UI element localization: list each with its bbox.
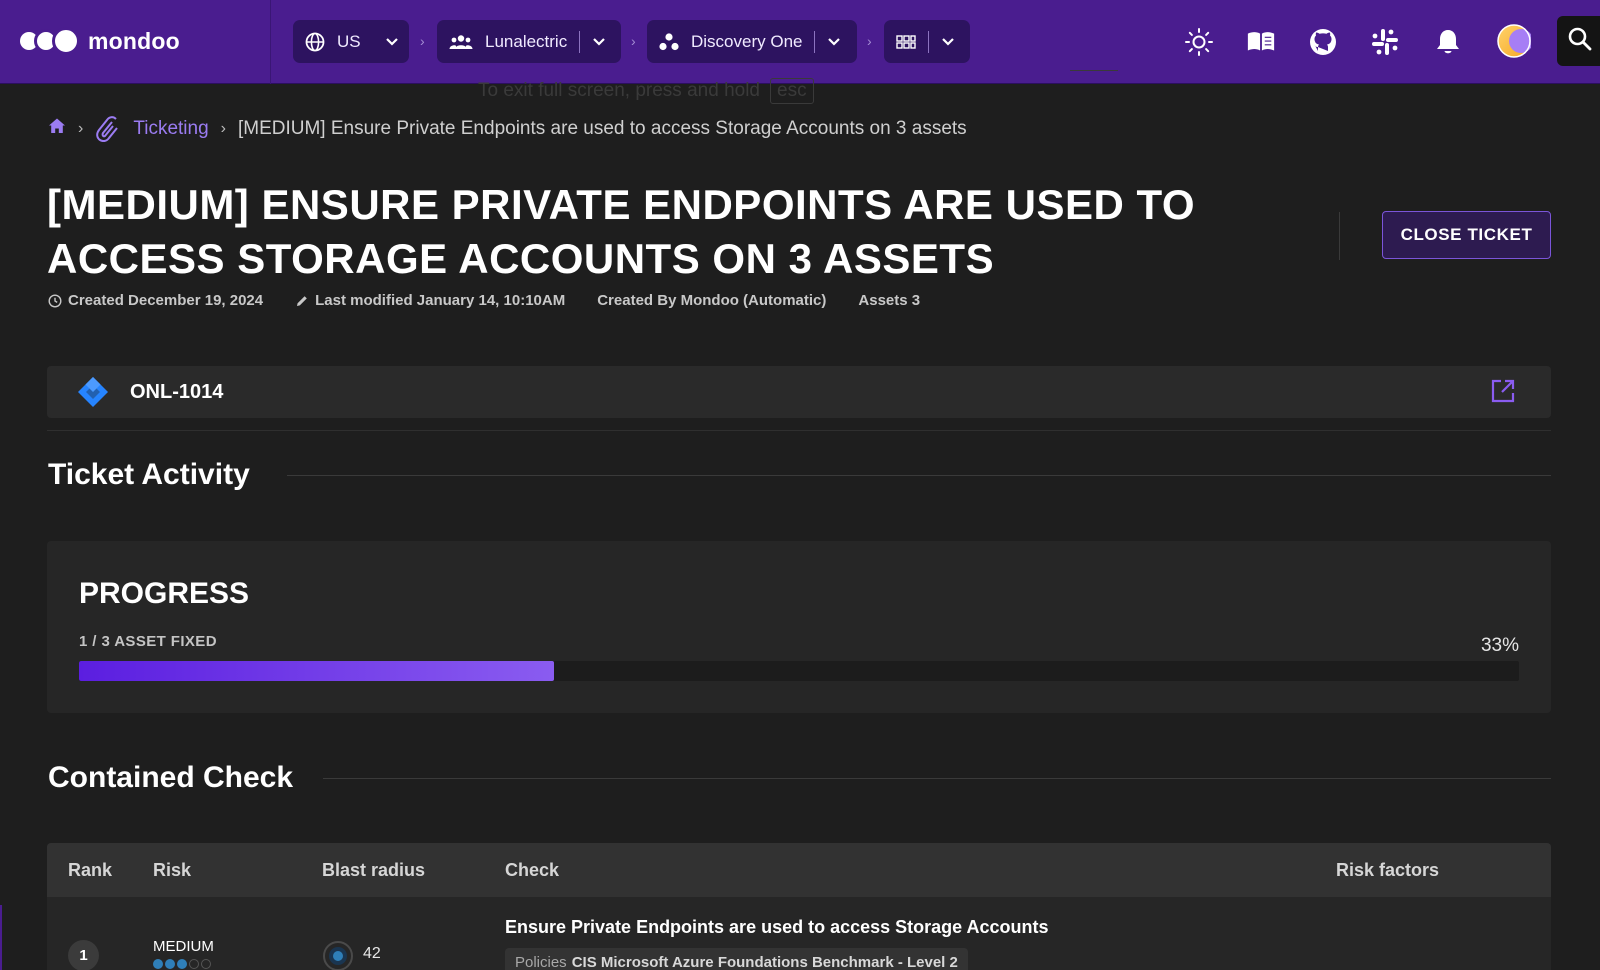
jira-icon xyxy=(77,376,109,413)
fullscreen-hint-text: To exit full screen, press and hold xyxy=(478,80,760,101)
policy-name: CIS Microsoft Azure Foundations Benchmar… xyxy=(571,954,958,970)
left-edge-accent xyxy=(0,905,2,970)
fullscreen-hint-border xyxy=(1070,70,1118,71)
user-avatar[interactable] xyxy=(1497,24,1531,58)
brand-name: mondoo xyxy=(88,27,180,54)
breadcrumb-separator: › xyxy=(78,120,84,137)
external-ticket-link-bar: ONL-1014 xyxy=(47,366,1551,418)
nav-arrow-icon: › xyxy=(867,33,872,49)
home-icon[interactable] xyxy=(48,117,66,141)
policy-prefix: Policies xyxy=(515,954,567,970)
created-by: Created By Mondoo (Automatic) xyxy=(597,292,827,309)
progress-card: PROGRESS 1 / 3 ASSET FIXED 33% xyxy=(47,541,1551,713)
space-selector[interactable]: Discovery One xyxy=(647,20,857,63)
top-navigation-bar: mondoo US › Lunalectric › Discovery One … xyxy=(0,0,1600,84)
rank-badge: 1 xyxy=(68,940,99,970)
contained-check-table: Rank Risk Blast radius Check Risk factor… xyxy=(47,843,1551,970)
risk-dot xyxy=(153,959,163,969)
chevron-down-icon[interactable] xyxy=(592,37,606,47)
mondoo-logo[interactable]: mondoo xyxy=(20,26,180,56)
grid-view-icon xyxy=(896,34,916,50)
breadcrumb-current: [MEDIUM] Ensure Private Endpoints are us… xyxy=(237,118,967,139)
paperclip-icon xyxy=(95,116,123,142)
progress-bar-fill xyxy=(79,661,555,681)
section-rule xyxy=(287,475,1551,476)
organization-selector[interactable]: Lunalectric xyxy=(437,20,621,63)
page-title: [MEDIUM] ENSURE PRIVATE ENDPOINTS ARE US… xyxy=(47,181,1196,282)
topbar-divider xyxy=(270,0,271,84)
progress-label: 1 / 3 ASSET FIXED xyxy=(79,633,217,650)
pencil-icon xyxy=(297,295,307,306)
policy-tag[interactable]: Policies CIS Microsoft Azure Foundations… xyxy=(505,948,968,970)
ticket-metadata: Created December 19, 2024 Last modified … xyxy=(48,292,952,309)
chevron-down-icon[interactable] xyxy=(385,37,399,47)
risk-dot xyxy=(189,959,199,969)
contained-check-heading: Contained Check xyxy=(48,761,294,794)
github-icon[interactable] xyxy=(1308,27,1338,57)
risk-dot xyxy=(201,959,211,969)
risk-dot xyxy=(177,959,187,969)
title-divider xyxy=(1339,212,1340,260)
slack-icon[interactable] xyxy=(1370,27,1400,57)
search-icon xyxy=(1567,26,1593,57)
progress-percent: 33% xyxy=(1480,635,1519,656)
check-title[interactable]: Ensure Private Endpoints are used to acc… xyxy=(505,917,1049,938)
external-link-icon[interactable] xyxy=(1490,378,1516,409)
chevron-down-icon[interactable] xyxy=(827,37,841,47)
region-selector[interactable]: US xyxy=(293,20,409,63)
theme-light-icon[interactable] xyxy=(1184,27,1214,57)
logo-mark xyxy=(20,27,80,55)
view-selector[interactable] xyxy=(884,20,970,63)
column-blast-radius[interactable]: Blast radius xyxy=(322,860,425,881)
region-label: US xyxy=(337,31,361,51)
space-label: Discovery One xyxy=(691,31,803,51)
column-risk-factors[interactable]: Risk factors xyxy=(1336,860,1439,881)
space-icon xyxy=(659,32,679,51)
modified-date: Last modified January 14, 10:10AM xyxy=(295,292,565,309)
progress-title: PROGRESS xyxy=(79,577,250,610)
nav-arrow-icon: › xyxy=(420,33,425,49)
close-ticket-button[interactable]: CLOSE TICKET xyxy=(1382,211,1551,259)
section-rule xyxy=(323,778,1551,779)
progress-bar xyxy=(79,661,1519,681)
asset-count: Assets 3 xyxy=(858,292,921,309)
risk-rating-dots xyxy=(153,959,213,969)
docs-book-icon[interactable] xyxy=(1246,27,1276,57)
risk-level: MEDIUM xyxy=(153,938,214,955)
breadcrumb-ticketing-link[interactable]: Ticketing xyxy=(133,118,208,140)
section-divider xyxy=(47,430,1551,431)
risk-dot xyxy=(165,959,175,969)
search-button[interactable] xyxy=(1557,16,1600,66)
team-icon xyxy=(449,34,473,50)
table-header: Rank Risk Blast radius Check Risk factor… xyxy=(47,843,1551,897)
chevron-down-icon[interactable] xyxy=(941,37,955,47)
ticket-activity-heading: Ticket Activity xyxy=(48,458,250,491)
nav-arrow-icon: › xyxy=(631,33,636,49)
column-rank[interactable]: Rank xyxy=(68,860,112,881)
ticket-id: ONL-1014 xyxy=(130,381,224,403)
breadcrumb: › Ticketing › [MEDIUM] Ensure Private En… xyxy=(48,116,967,142)
notifications-bell-icon[interactable] xyxy=(1433,27,1463,57)
fullscreen-exit-hint: To exit full screen, press and hold esc xyxy=(478,78,814,104)
blast-radius-value: 42 xyxy=(363,945,381,962)
column-risk[interactable]: Risk xyxy=(153,860,191,881)
breadcrumb-separator: › xyxy=(220,120,226,137)
blast-radius-icon xyxy=(322,940,354,970)
created-date: Created December 19, 2024 xyxy=(48,292,263,309)
organization-label: Lunalectric xyxy=(485,31,568,51)
clock-icon xyxy=(48,293,62,308)
globe-icon xyxy=(305,32,325,52)
fullscreen-hint-key: esc xyxy=(770,78,814,104)
column-check[interactable]: Check xyxy=(505,860,559,881)
